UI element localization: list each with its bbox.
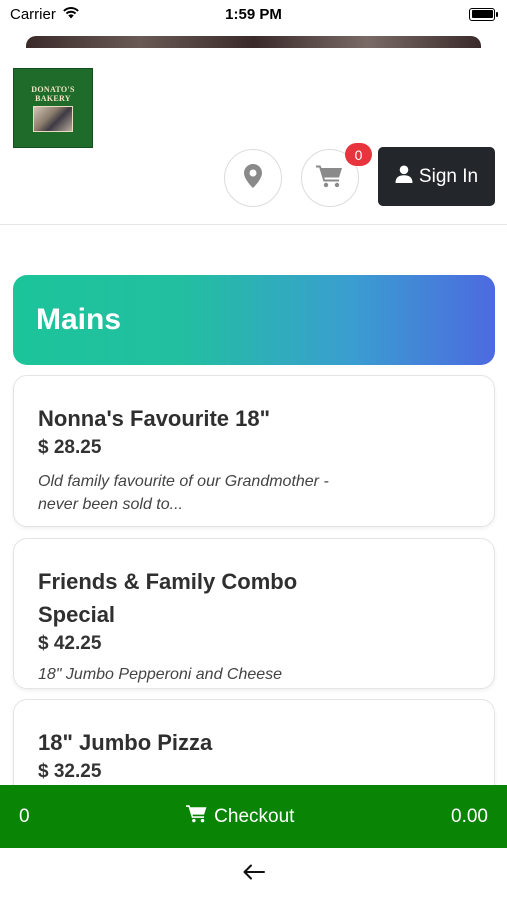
restaurant-logo[interactable]: DONATO'S BAKERY [13, 68, 93, 148]
user-icon [395, 165, 413, 189]
map-pin-icon [244, 163, 262, 193]
category-banner: Mains [13, 275, 495, 365]
sign-in-label: Sign In [418, 165, 479, 187]
product-card[interactable]: Nonna's Favourite 18" $ 28.25 Old family… [13, 375, 495, 527]
product-price: $ 42.25 [38, 633, 102, 654]
category-title: Mains [36, 303, 122, 336]
sign-in-button[interactable]: Sign In [378, 147, 495, 206]
bottom-nav [0, 848, 507, 900]
product-description: Old family favourite of our Grandmother … [38, 473, 329, 513]
logo-photo [33, 105, 73, 132]
checkout-bar[interactable]: 0 Checkout 0.00 [0, 785, 507, 848]
product-price: $ 28.25 [38, 437, 102, 458]
header-divider [0, 224, 507, 225]
product-name: Nonna's Favourite 18" [38, 406, 271, 431]
product-card[interactable]: Friends & Family Combo Special $ 42.25 1… [13, 538, 495, 689]
logo-text: DONATO'S BAKERY [31, 84, 75, 103]
battery-icon [469, 7, 498, 21]
status-bar: Carrier 1:59 PM [0, 0, 507, 28]
cart-icon [186, 804, 208, 829]
checkout-item-count: 0 [19, 805, 30, 827]
cart-icon [316, 164, 344, 193]
product-description: 18" Jumbo Pepperoni and Cheese [38, 666, 283, 683]
location-button[interactable] [224, 149, 282, 207]
product-name: Friends & Family Combo Special [38, 569, 298, 627]
checkout-label: Checkout [214, 805, 295, 827]
wifi-icon [62, 6, 80, 23]
carrier-label: Carrier [10, 5, 56, 23]
checkout-button[interactable]: Checkout [186, 804, 294, 829]
status-left: Carrier [10, 6, 80, 23]
checkout-total: 0.00 [451, 805, 488, 827]
back-arrow-icon[interactable] [243, 864, 265, 885]
cart-count-badge: 0 [345, 143, 372, 166]
product-name: 18" Jumbo Pizza [38, 730, 213, 755]
product-price: $ 32.25 [38, 761, 102, 782]
